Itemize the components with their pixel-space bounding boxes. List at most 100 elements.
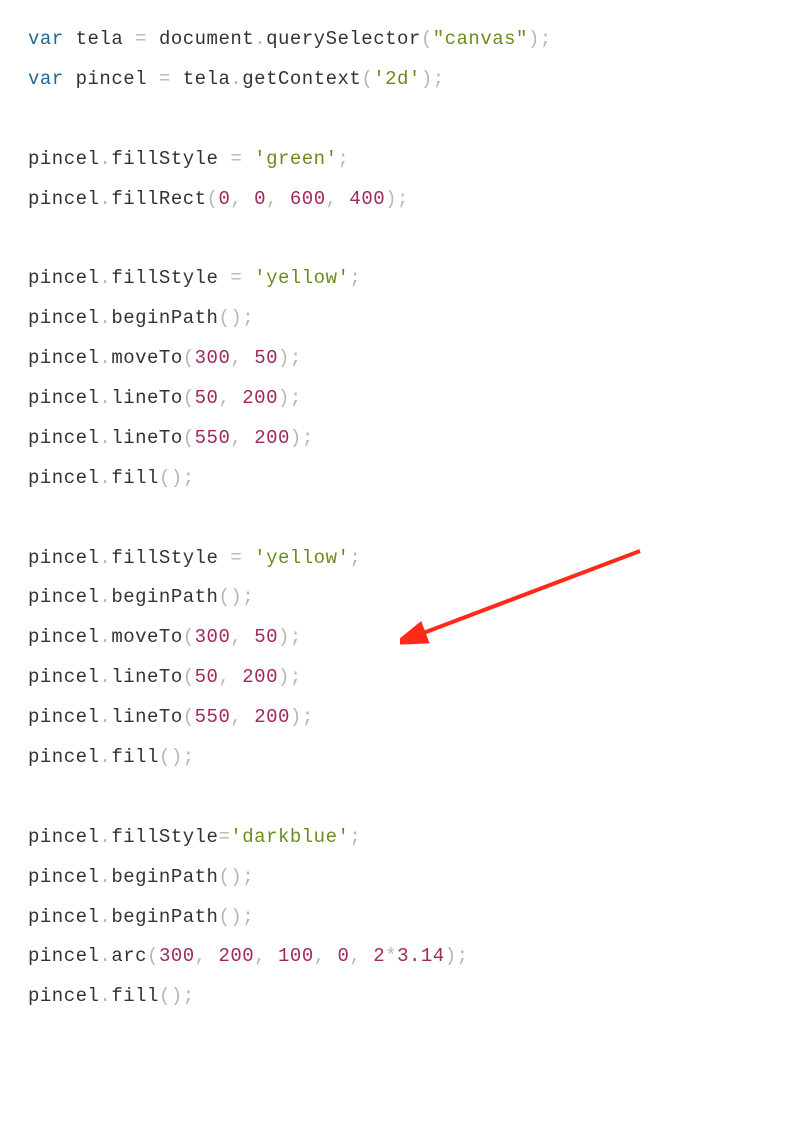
number: 2 — [373, 945, 385, 967]
semicolon: ; — [397, 188, 409, 210]
paren-open: ( — [183, 347, 195, 369]
comma: , — [230, 706, 242, 728]
identifier: tela — [183, 68, 231, 90]
paren-close: ) — [230, 906, 242, 928]
number: 0 — [218, 188, 230, 210]
dot: . — [99, 307, 111, 329]
method: moveTo — [111, 347, 182, 369]
semicolon: ; — [433, 68, 445, 90]
identifier: pincel — [28, 547, 99, 569]
comma: , — [266, 188, 278, 210]
dot: . — [99, 267, 111, 289]
dot: . — [99, 148, 111, 170]
paren-close: ) — [385, 188, 397, 210]
dot: . — [99, 866, 111, 888]
semicolon: ; — [183, 985, 195, 1007]
identifier: pincel — [28, 706, 99, 728]
number: 550 — [195, 706, 231, 728]
number: 550 — [195, 427, 231, 449]
paren-close: ) — [230, 307, 242, 329]
comma: , — [314, 945, 326, 967]
number: 50 — [195, 666, 219, 688]
code-block: var tela = document.querySelector("canva… — [28, 20, 772, 1017]
paren-open: ( — [207, 188, 219, 210]
dot: . — [99, 945, 111, 967]
method: lineTo — [111, 706, 182, 728]
paren-open: ( — [218, 866, 230, 888]
identifier: pincel — [28, 307, 99, 329]
paren-open: ( — [361, 68, 373, 90]
comma: , — [218, 387, 230, 409]
paren-open: ( — [183, 387, 195, 409]
method: beginPath — [111, 586, 218, 608]
paren-close: ) — [278, 626, 290, 648]
number: 200 — [254, 706, 290, 728]
dot: . — [99, 188, 111, 210]
paren-open: ( — [159, 985, 171, 1007]
string: 'yellow' — [254, 267, 349, 289]
identifier: pincel — [28, 945, 99, 967]
semicolon: ; — [242, 906, 254, 928]
paren-open: ( — [183, 706, 195, 728]
number: 200 — [254, 427, 290, 449]
comma: , — [230, 626, 242, 648]
keyword-var: var — [28, 28, 64, 50]
identifier: pincel — [28, 626, 99, 648]
comma: , — [230, 427, 242, 449]
operator-eq: = — [218, 547, 254, 569]
method: getContext — [242, 68, 361, 90]
paren-close: ) — [171, 746, 183, 768]
property: fillStyle — [111, 148, 218, 170]
identifier: pincel — [28, 267, 99, 289]
semicolon: ; — [338, 148, 350, 170]
identifier: pincel — [28, 866, 99, 888]
dot: . — [99, 387, 111, 409]
method: arc — [111, 945, 147, 967]
comma: , — [349, 945, 361, 967]
method: fill — [111, 467, 159, 489]
identifier: pincel — [28, 586, 99, 608]
semicolon: ; — [349, 267, 361, 289]
method: querySelector — [266, 28, 421, 50]
semicolon: ; — [290, 666, 302, 688]
method: lineTo — [111, 387, 182, 409]
semicolon: ; — [302, 427, 314, 449]
method: lineTo — [111, 666, 182, 688]
paren-close: ) — [290, 427, 302, 449]
keyword-var: var — [28, 68, 64, 90]
comma: , — [218, 666, 230, 688]
paren-close: ) — [278, 666, 290, 688]
dot: . — [99, 427, 111, 449]
number: 200 — [242, 387, 278, 409]
paren-close: ) — [230, 586, 242, 608]
number: 100 — [278, 945, 314, 967]
identifier: pincel — [28, 148, 99, 170]
semicolon: ; — [290, 626, 302, 648]
operator-eq: = — [147, 68, 183, 90]
semicolon: ; — [540, 28, 552, 50]
identifier: pincel — [28, 746, 99, 768]
operator-eq: = — [218, 267, 254, 289]
comma: , — [254, 945, 266, 967]
semicolon: ; — [457, 945, 469, 967]
paren-close: ) — [528, 28, 540, 50]
identifier: pincel — [28, 188, 99, 210]
paren-open: ( — [183, 666, 195, 688]
method: beginPath — [111, 307, 218, 329]
semicolon: ; — [242, 866, 254, 888]
number: 50 — [254, 626, 278, 648]
string: 'green' — [254, 148, 337, 170]
number: 300 — [195, 347, 231, 369]
paren-open: ( — [147, 945, 159, 967]
comma: , — [230, 188, 242, 210]
number: 3.14 — [397, 945, 445, 967]
operator-eq: = — [123, 28, 159, 50]
comma: , — [326, 188, 338, 210]
paren-open: ( — [218, 586, 230, 608]
dot: . — [99, 626, 111, 648]
operator-eq: = — [218, 148, 254, 170]
paren-open: ( — [183, 427, 195, 449]
dot: . — [99, 467, 111, 489]
semicolon: ; — [290, 347, 302, 369]
number: 200 — [218, 945, 254, 967]
